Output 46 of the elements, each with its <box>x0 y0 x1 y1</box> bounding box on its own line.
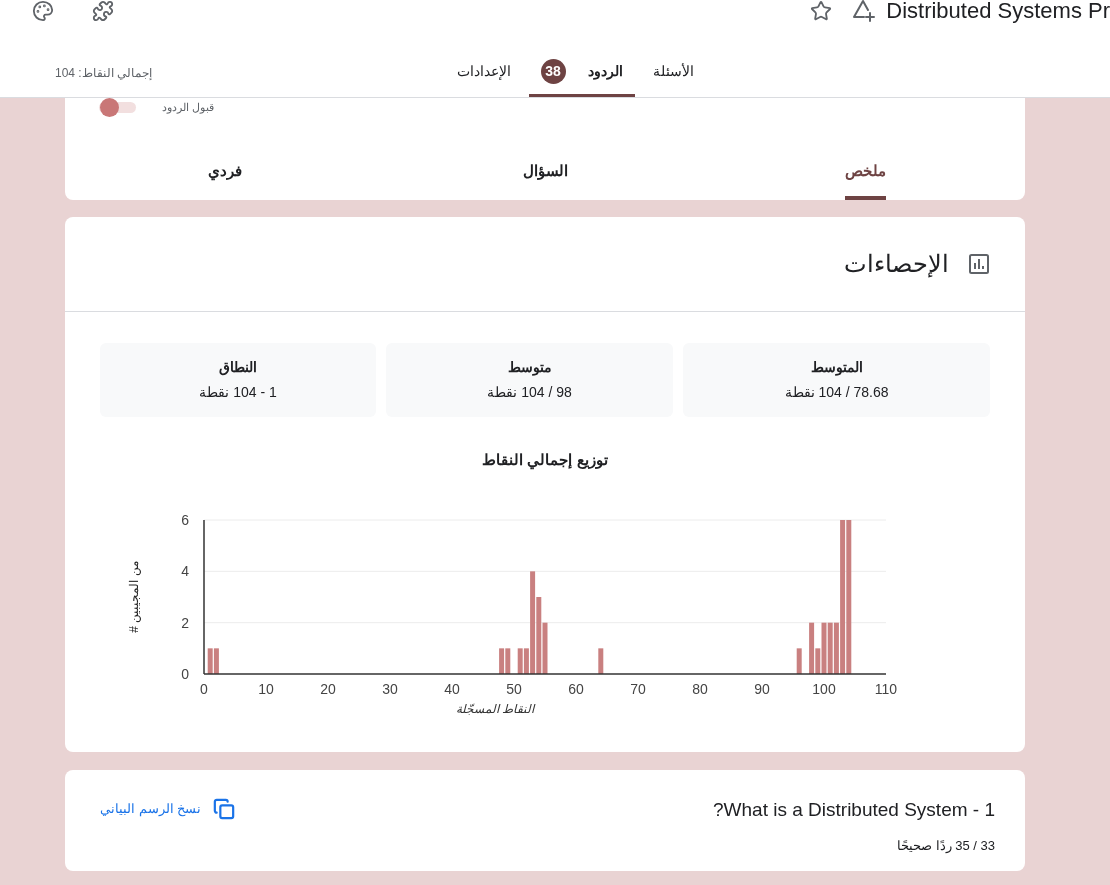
document-title: Distributed Systems Pr <box>886 0 1110 23</box>
stat-value: 98 / 104 نقطة <box>487 383 572 402</box>
bar-chart-icon <box>967 252 991 276</box>
total-points-label: إجمالي النقاط: 104 <box>55 65 153 82</box>
y-tick-label: 2 <box>181 614 189 631</box>
x-tick-label: 100 <box>812 681 836 697</box>
view-tab[interactable]: فردي <box>208 152 242 200</box>
y-tick-label: 0 <box>181 666 189 682</box>
x-tick-label: 50 <box>506 681 522 697</box>
nav-tab[interactable]: الأسئلة <box>640 49 706 97</box>
x-tick-label: 90 <box>754 681 770 697</box>
x-tick-label: 10 <box>258 681 274 697</box>
puzzle-icon[interactable] <box>92 0 114 22</box>
x-tick-label: 40 <box>444 681 460 697</box>
histogram-bar <box>796 648 802 674</box>
stat-value: 78.68 / 104 نقطة <box>784 383 889 402</box>
x-tick-label: 0 <box>200 681 208 697</box>
question-title: 1 - What is a Distributed System? <box>713 798 995 822</box>
correct-count: 33 / 35 ردًا صحيحًا <box>897 837 995 855</box>
y-tick-label: 4 <box>181 563 189 580</box>
stat-label: المتوسط <box>810 358 863 378</box>
stat-value: 1 - 104 نقطة <box>199 383 277 402</box>
x-axis-title: النقاط المسجّلة <box>455 702 535 716</box>
x-tick-label: 80 <box>692 681 708 697</box>
toggle-label: قبول الردود <box>162 100 215 116</box>
copy-chart-button[interactable]: نسخ الرسم البياني <box>100 797 236 821</box>
triangle-plus-icon[interactable] <box>852 0 877 23</box>
x-tick-label: 60 <box>568 681 584 697</box>
count-badge: 38 <box>540 59 566 84</box>
x-tick-label: 30 <box>382 681 398 697</box>
nav-tab[interactable]: الإعدادات <box>444 49 523 97</box>
star-icon[interactable] <box>810 0 833 22</box>
copy-icon <box>213 798 236 820</box>
palette-icon[interactable] <box>32 0 54 22</box>
histogram-bar <box>598 648 604 674</box>
stat-label: متوسط <box>507 358 552 378</box>
x-tick-label: 110 <box>874 681 898 697</box>
stat-label: النطاق <box>219 358 257 378</box>
x-tick-label: 20 <box>320 681 336 697</box>
chart-title: توزيع إجمالي النقاط <box>482 450 608 470</box>
section-title: الإحصاءات <box>844 249 949 280</box>
x-tick-label: 70 <box>630 681 646 697</box>
y-axis-title: # من المجيبين <box>127 561 141 633</box>
view-tab[interactable]: ملخص <box>844 152 886 200</box>
view-tab[interactable]: السؤال <box>522 152 568 200</box>
y-tick-label: 6 <box>181 512 189 528</box>
